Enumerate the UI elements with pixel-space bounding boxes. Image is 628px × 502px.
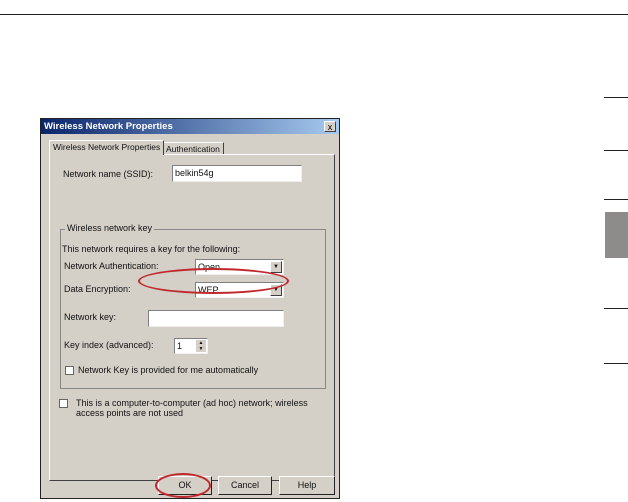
section-tab-marker <box>604 363 628 364</box>
active-section-tab <box>605 212 628 258</box>
ssid-label: Network name (SSID): <box>63 169 154 179</box>
key-index-value: 1 <box>177 341 183 351</box>
chevron-down-icon[interactable]: ▼ <box>270 261 282 273</box>
section-tab-marker <box>604 97 628 98</box>
auth-label: Network Authentication: <box>64 261 159 271</box>
section-tab-marker <box>604 308 628 309</box>
requires-text: This network requires a key for the foll… <box>62 244 241 254</box>
close-icon[interactable]: x <box>324 121 336 132</box>
ssid-input[interactable]: belkin54g <box>172 165 302 182</box>
key-index-stepper[interactable]: 1 ▲ ▼ <box>174 338 208 354</box>
network-key-label: Network key: <box>64 312 117 322</box>
highlight-ellipse-network-key <box>138 268 289 294</box>
tab-panel: Network name (SSID): belkin54g Wireless … <box>49 154 335 481</box>
adhoc-label: This is a computer-to-computer (ad hoc) … <box>76 398 308 418</box>
group-label: Wireless network key <box>65 223 155 233</box>
key-index-label: Key index (advanced): <box>64 340 154 350</box>
auto-key-label: Network Key is provided for me automatic… <box>78 365 259 375</box>
highlight-ellipse-ok <box>155 473 211 498</box>
adhoc-checkbox[interactable] <box>59 399 68 408</box>
dialog-title: Wireless Network Properties <box>41 119 339 134</box>
section-tab-marker <box>604 150 628 151</box>
cancel-button[interactable]: Cancel <box>218 476 272 495</box>
encryption-label: Data Encryption: <box>64 284 131 294</box>
header-rule <box>0 14 628 15</box>
section-tab-marker <box>604 199 628 200</box>
wireless-network-key-group: Wireless network key This network requir… <box>60 223 326 389</box>
auto-key-checkbox[interactable] <box>65 366 74 375</box>
wireless-network-properties-dialog: Wireless Network Properties x Wireless N… <box>40 118 340 499</box>
tab-wireless-network-properties[interactable]: Wireless Network Properties <box>49 140 165 155</box>
network-key-input[interactable] <box>148 310 284 327</box>
spin-arrows-icon[interactable]: ▲ ▼ <box>196 340 206 352</box>
help-button[interactable]: Help <box>279 476 335 495</box>
